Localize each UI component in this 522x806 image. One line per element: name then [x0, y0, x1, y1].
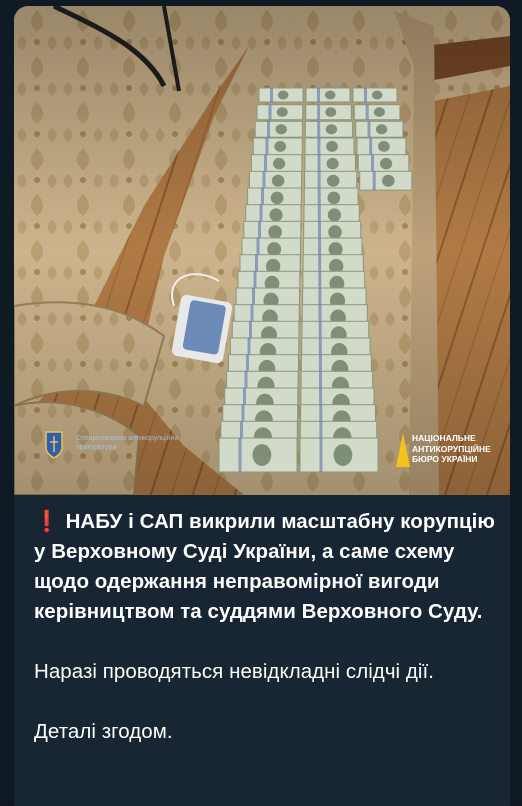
nabu-mark-icon [396, 433, 410, 467]
sap-logo-text: Спеціалізована антикорупційна прокуратур… [76, 435, 179, 451]
banknote-portrait [277, 90, 289, 100]
nabu-logo-text: НАЦІОНАЛЬНЕ АНТИКОРУПЦІЙНЕ БЮРО УКРАЇНИ [412, 433, 491, 464]
banknote-band [371, 154, 374, 173]
message-paragraph-2: Наразі проводяться невідкладні слідчі ді… [34, 660, 435, 683]
banknote-portrait [274, 141, 287, 152]
banknote-portrait [326, 141, 338, 152]
banknote-band [317, 121, 321, 138]
banknote-portrait [382, 174, 395, 187]
banknote-band [365, 104, 369, 120]
nabu-logo: НАЦІОНАЛЬНЕ АНТИКОРУПЦІЙНЕ БЮРО УКРАЇНИ [396, 431, 502, 473]
banknote-band [268, 104, 272, 120]
photo-image [14, 6, 510, 495]
banknote-band [270, 88, 273, 102]
banknote-portrait [373, 107, 385, 117]
banknote-portrait [325, 107, 337, 117]
banknote-portrait [378, 141, 390, 152]
banknote-portrait [326, 157, 339, 170]
banknote-band [238, 438, 242, 472]
sap-logo: Спеціалізована антикорупційна прокуратур… [44, 428, 199, 474]
message-paragraph-3: Деталі згодом. [34, 720, 173, 743]
banknote-portrait [276, 107, 288, 117]
banknote-portrait [371, 90, 383, 100]
banknote-portrait [273, 157, 286, 170]
banknote-portrait [333, 444, 353, 466]
banknote-portrait [268, 225, 282, 240]
banknote-band [364, 88, 367, 102]
banknote-band [262, 171, 266, 191]
banknote-band [267, 121, 270, 138]
banknote-portrait [328, 225, 342, 240]
exclamation-icon: ❗ [34, 510, 60, 533]
banknote-portrait [327, 191, 341, 205]
banknote-band [319, 438, 323, 472]
banknote-portrait [325, 124, 338, 135]
banknote-portrait [327, 208, 341, 222]
banknote-band [265, 138, 269, 155]
message-headline: НАБУ і САП викрили масштабну корупцію у … [34, 510, 495, 623]
banknote-band [367, 121, 371, 138]
banknote-band [317, 88, 320, 102]
banknote-portrait [275, 124, 287, 135]
banknote-portrait [375, 124, 388, 135]
banknote-portrait [324, 90, 336, 100]
message-paragraph-1: ❗ НАБУ і САП викрили масштабну корупцію у… [34, 507, 500, 627]
banknote-band [317, 138, 321, 155]
banknote-portrait [269, 208, 283, 222]
banknote-band [372, 171, 376, 191]
banknote-band [317, 171, 321, 191]
message-text[interactable]: ❗ НАБУ і САП викрили масштабну корупцію у… [34, 507, 500, 777]
banknote-portrait [271, 174, 285, 187]
banknote-portrait [270, 191, 284, 205]
message-photo[interactable]: Спеціалізована антикорупційна прокуратур… [14, 6, 510, 495]
banknote-portrait [326, 174, 340, 187]
banknote-band [317, 154, 321, 173]
banknote-band [317, 104, 321, 120]
banknote-band [264, 154, 267, 173]
shield-icon [45, 431, 63, 459]
banknote-band [369, 138, 373, 155]
message-bubble[interactable]: Спеціалізована антикорупційна прокуратур… [14, 6, 510, 806]
banknote-portrait [252, 444, 272, 466]
banknote-portrait [380, 157, 393, 170]
